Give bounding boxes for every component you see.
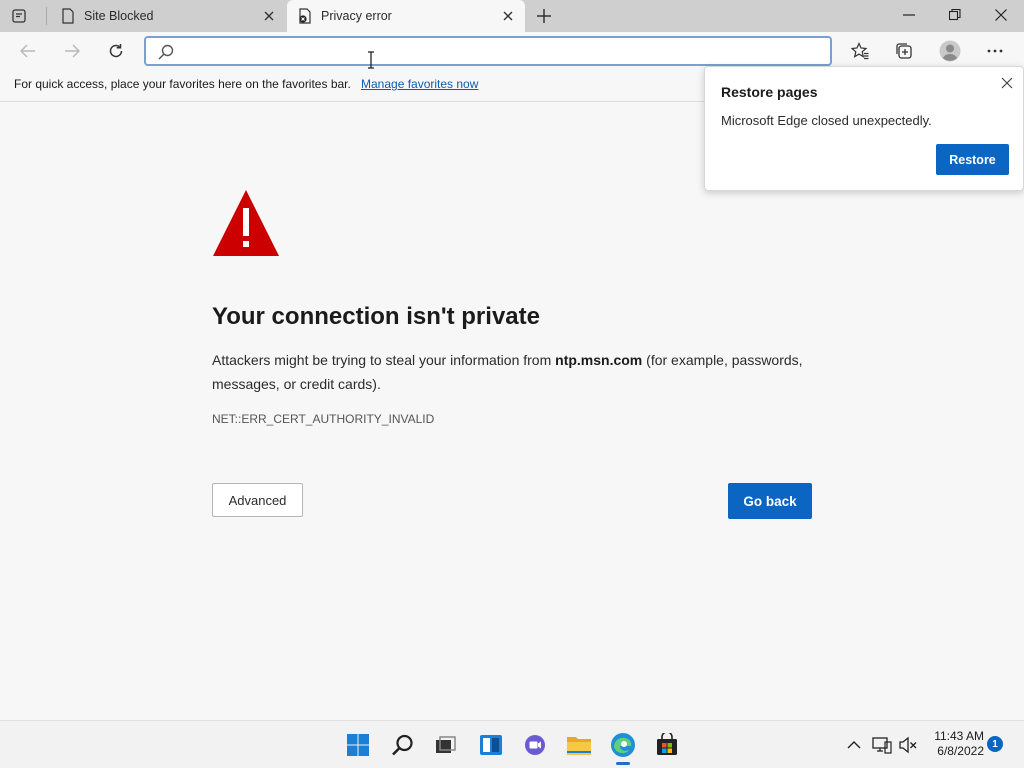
- back-arrow-icon[interactable]: [13, 36, 43, 66]
- more-options-icon[interactable]: [980, 36, 1010, 66]
- error-code: NET::ERR_CERT_AUTHORITY_INVALID: [212, 412, 435, 426]
- tab-separator: [46, 7, 47, 25]
- address-input[interactable]: [182, 40, 822, 62]
- popup-title: Restore pages: [721, 84, 818, 100]
- collections-icon[interactable]: [889, 36, 919, 66]
- close-icon[interactable]: [997, 73, 1017, 93]
- restore-window-icon[interactable]: [932, 0, 978, 30]
- restore-button[interactable]: Restore: [936, 144, 1009, 175]
- advanced-button[interactable]: Advanced: [212, 483, 303, 517]
- task-view-icon[interactable]: [427, 727, 463, 763]
- tab-site-blocked[interactable]: Site Blocked: [50, 0, 286, 32]
- search-icon: [158, 44, 174, 60]
- favorites-icon[interactable]: [845, 36, 875, 66]
- notification-badge[interactable]: 1: [987, 736, 1003, 752]
- insecure-page-icon: [297, 8, 313, 24]
- error-host: ntp.msn.com: [555, 352, 643, 368]
- restore-pages-popup: Restore pages Microsoft Edge closed unex…: [704, 66, 1024, 191]
- browser-toolbar: [0, 32, 1024, 70]
- system-clock[interactable]: 11:43 AM 6/8/2022: [922, 729, 984, 759]
- tab-close-icon[interactable]: [497, 5, 519, 27]
- page-icon: [60, 8, 76, 24]
- teams-chat-icon[interactable]: [517, 727, 553, 763]
- network-icon[interactable]: [870, 733, 894, 757]
- windows-start-icon[interactable]: [340, 727, 376, 763]
- error-description: Attackers might be trying to steal your …: [212, 348, 822, 396]
- error-title: Your connection isn't private: [212, 303, 540, 330]
- new-tab-icon[interactable]: [531, 4, 557, 28]
- microsoft-store-icon[interactable]: [649, 727, 685, 763]
- tab-title: Privacy error: [321, 9, 392, 23]
- forward-arrow-icon[interactable]: [57, 36, 87, 66]
- search-icon[interactable]: [385, 727, 421, 763]
- manage-favorites-link[interactable]: Manage favorites now: [361, 77, 478, 91]
- tab-title: Site Blocked: [84, 9, 154, 23]
- taskbar: 11:43 AM 6/8/2022: [0, 720, 1024, 768]
- tab-close-icon[interactable]: [258, 5, 280, 27]
- text-cursor-icon: [366, 51, 376, 69]
- tab-actions-icon[interactable]: [8, 6, 30, 26]
- minimize-icon[interactable]: [886, 0, 932, 30]
- edge-browser-icon[interactable]: [605, 727, 641, 763]
- volume-muted-icon[interactable]: [896, 733, 920, 757]
- warning-triangle-icon: [212, 188, 280, 258]
- chevron-up-icon[interactable]: [842, 733, 866, 757]
- refresh-icon[interactable]: [101, 36, 131, 66]
- widgets-icon[interactable]: [473, 727, 509, 763]
- tab-strip: Site Blocked Privacy error: [0, 0, 1024, 32]
- close-window-icon[interactable]: [978, 0, 1024, 30]
- tab-privacy-error[interactable]: Privacy error: [287, 0, 525, 32]
- go-back-button[interactable]: Go back: [728, 483, 812, 519]
- clock-date: 6/8/2022: [937, 744, 984, 758]
- profile-avatar-icon[interactable]: [935, 36, 965, 66]
- file-explorer-icon[interactable]: [561, 727, 597, 763]
- active-app-indicator: [616, 762, 630, 765]
- favorites-bar-message: For quick access, place your favorites h…: [14, 77, 351, 91]
- address-bar[interactable]: [144, 36, 832, 66]
- description-text: Attackers might be trying to steal your …: [212, 352, 556, 368]
- clock-time: 11:43 AM: [934, 729, 984, 743]
- popup-message: Microsoft Edge closed unexpectedly.: [721, 113, 932, 128]
